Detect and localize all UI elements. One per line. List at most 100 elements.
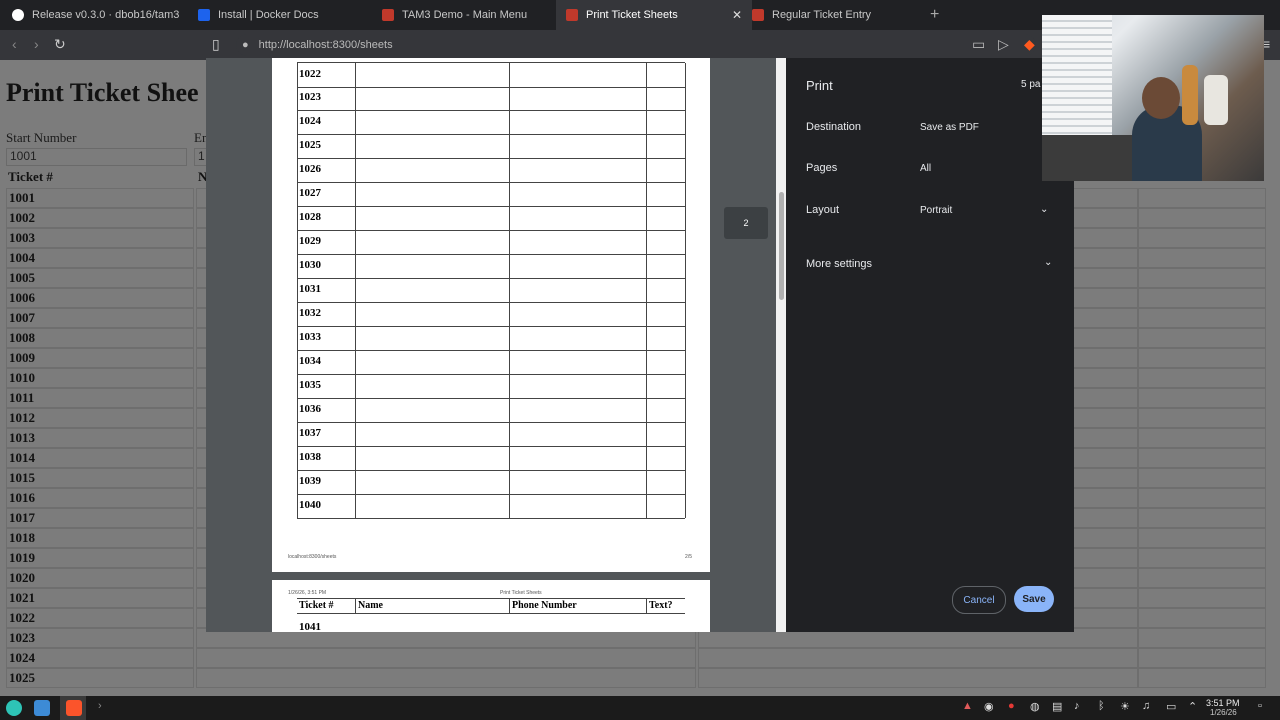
tab-github-release[interactable]: Release v0.3.0 · dbob16/tam3 xyxy=(0,0,202,30)
table-cell[interactable] xyxy=(1138,388,1266,408)
preview-cell xyxy=(355,63,356,87)
scrollbar-thumb[interactable] xyxy=(779,192,784,300)
tab-title: Regular Ticket Entry xyxy=(772,9,872,21)
volume-icon[interactable]: ♪ xyxy=(1074,700,1080,712)
table-cell[interactable] xyxy=(1138,268,1266,288)
bluetooth-icon[interactable]: ᛒ xyxy=(1098,700,1105,712)
table-cell[interactable] xyxy=(1138,408,1266,428)
table-cell[interactable] xyxy=(196,668,696,688)
cancel-button[interactable]: Cancel xyxy=(952,586,1006,614)
play-icon[interactable]: ▷ xyxy=(998,36,1009,53)
close-icon[interactable]: ✕ xyxy=(732,8,742,22)
save-button[interactable]: Save xyxy=(1014,586,1054,612)
preview-cell xyxy=(646,278,647,302)
table-cell[interactable] xyxy=(1138,548,1266,568)
preview-cell xyxy=(355,422,356,446)
brave-icon[interactable] xyxy=(66,700,82,716)
preview-cell xyxy=(685,374,686,398)
preview-row-number: 1031 xyxy=(299,283,321,295)
preview-row: 1026 xyxy=(297,158,686,183)
tab-print-ticket-sheets[interactable]: Print Ticket Sheets ✕ xyxy=(556,0,752,30)
forward-icon[interactable]: › xyxy=(34,36,39,52)
preview-cell xyxy=(509,350,510,374)
speaker-icon[interactable]: ♫ xyxy=(1142,700,1150,712)
table-cell[interactable] xyxy=(1138,668,1266,688)
preview-scrollbar[interactable] xyxy=(776,58,786,632)
layout-select[interactable]: Portrait xyxy=(920,205,952,216)
table-cell[interactable] xyxy=(698,668,1138,688)
chevron-right-icon[interactable]: › xyxy=(98,700,102,712)
print-preview[interactable]: 1022 1023 1024 1025 1026 1027 1028 1029 1030 1031… xyxy=(206,58,786,632)
show-desktop-icon[interactable]: ▫ xyxy=(1258,700,1262,712)
preview-row: 1022 xyxy=(297,62,686,88)
more-settings-toggle[interactable]: More settings xyxy=(806,258,872,270)
destination-select[interactable]: Save as PDF xyxy=(920,122,979,133)
start-menu-icon[interactable] xyxy=(6,700,22,716)
tab-regular-ticket-entry[interactable]: Regular Ticket Entry xyxy=(742,0,932,30)
table-cell[interactable] xyxy=(1138,248,1266,268)
preview-row: 1028 xyxy=(297,206,686,231)
preview-cell xyxy=(646,158,647,182)
chevron-down-icon[interactable]: ⌄ xyxy=(1040,204,1048,215)
reload-icon[interactable]: ↻ xyxy=(54,36,66,53)
back-icon[interactable]: ‹ xyxy=(12,36,17,52)
brightness-icon[interactable]: ☀ xyxy=(1120,700,1130,713)
table-cell[interactable] xyxy=(1138,348,1266,368)
clock-time[interactable]: 3:51 PM xyxy=(1206,698,1240,708)
address-bar[interactable]: ● http://localhost:8300/sheets xyxy=(236,34,1036,56)
start-number-input[interactable]: 1001 xyxy=(6,148,187,166)
preview-cell xyxy=(685,230,686,254)
preview-cell xyxy=(685,63,686,87)
table-cell[interactable] xyxy=(1138,308,1266,328)
file-manager-icon[interactable] xyxy=(34,700,50,716)
table-cell[interactable] xyxy=(1138,328,1266,348)
table-cell[interactable] xyxy=(1138,368,1266,388)
table-cell[interactable] xyxy=(1138,448,1266,468)
table-cell[interactable] xyxy=(196,648,696,668)
table-cell[interactable] xyxy=(1138,208,1266,228)
print-settings-panel: Print 5 pa Destination Save as PDF Pages… xyxy=(786,58,1074,632)
preview-row-number: 1027 xyxy=(299,187,321,199)
table-cell[interactable] xyxy=(1138,648,1266,668)
record-icon[interactable]: ● xyxy=(1008,700,1015,712)
brave-shield-icon[interactable]: ◆ xyxy=(1024,36,1035,53)
table-cell[interactable] xyxy=(1138,568,1266,588)
table-cell[interactable] xyxy=(1138,588,1266,608)
table-cell[interactable] xyxy=(1138,428,1266,448)
notification-icon[interactable]: ▲ xyxy=(962,700,973,712)
clock-date[interactable]: 1/26/26 xyxy=(1210,708,1237,717)
preview-row-number: 1023 xyxy=(299,91,321,103)
network-icon[interactable]: ▭ xyxy=(1166,700,1176,713)
ticket-number-cell: 1009 xyxy=(6,348,194,368)
clipboard-icon[interactable]: ▤ xyxy=(1052,700,1062,713)
address-text: http://localhost:8300/sheets xyxy=(258,39,393,51)
table-cell[interactable] xyxy=(1138,508,1266,528)
pages-select[interactable]: All xyxy=(920,163,931,174)
table-cell[interactable] xyxy=(698,648,1138,668)
table-row: 1025 xyxy=(6,668,1266,688)
chevron-down-icon[interactable]: ⌄ xyxy=(1044,257,1052,268)
steam-icon[interactable]: ◍ xyxy=(1030,700,1040,713)
cast-icon[interactable]: ▭ xyxy=(972,36,985,53)
obs-icon[interactable]: ◉ xyxy=(984,700,994,713)
preview-cell xyxy=(509,470,510,494)
table-cell[interactable] xyxy=(1138,528,1266,548)
tab-tam3-main-menu[interactable]: TAM3 Demo - Main Menu xyxy=(372,0,566,30)
table-cell[interactable] xyxy=(1138,188,1266,208)
ticket-number-cell: 1005 xyxy=(6,268,194,288)
preview-cell xyxy=(685,326,686,350)
table-cell[interactable] xyxy=(1138,288,1266,308)
tray-expand-icon[interactable]: ⌃ xyxy=(1188,700,1197,713)
table-cell[interactable] xyxy=(1138,228,1266,248)
preview-cell xyxy=(355,206,356,230)
table-cell[interactable] xyxy=(1138,488,1266,508)
table-cell[interactable] xyxy=(1138,468,1266,488)
table-cell[interactable] xyxy=(1138,628,1266,648)
header-name: Name xyxy=(358,600,383,611)
new-tab-button[interactable]: + xyxy=(930,6,939,24)
table-cell[interactable] xyxy=(1138,608,1266,628)
header-phone: Phone Number xyxy=(512,600,577,611)
tab-docker-docs[interactable]: Install | Docker Docs xyxy=(190,0,380,30)
bookmark-icon[interactable]: ▯ xyxy=(212,36,220,53)
preview-row: 1035 xyxy=(297,374,686,399)
